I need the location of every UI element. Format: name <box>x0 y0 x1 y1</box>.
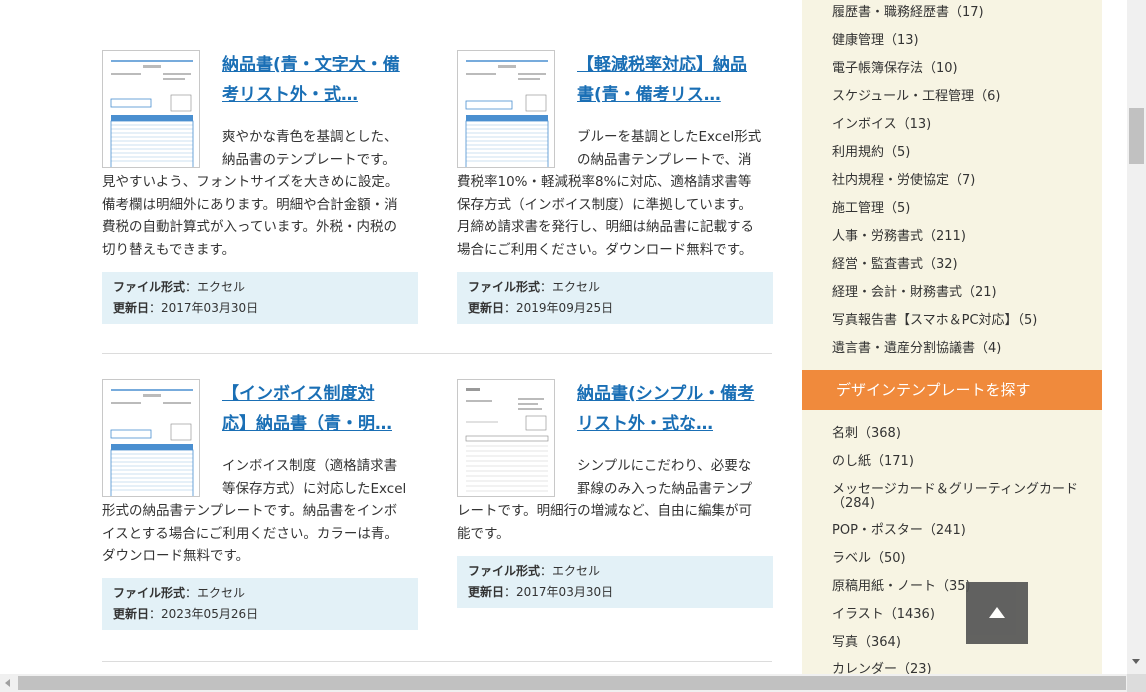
scroll-left-arrow-icon[interactable] <box>5 679 10 687</box>
description-line: シンプルにこだわり、必要な <box>577 458 752 474</box>
template-meta: ファイル形式：エクセル 更新日：2017年03月30日 <box>102 272 418 324</box>
description-line: 切り替えもできます。 <box>102 241 236 258</box>
template-title-link[interactable]: 【軽減税率対応】納品 書(青・備考リス… <box>577 50 773 110</box>
description-line: ブルーを基調としたExcel形式 <box>577 129 762 145</box>
description-line: 能です。 <box>457 525 510 542</box>
template-description: インボイス制度（適格請求書 等保存方式）に対応したExcel 形式の納品書テンプ… <box>102 455 418 568</box>
file-format-label: ファイル形式 <box>113 586 186 600</box>
sidebar-category-link[interactable]: 履歴書・職務経歴書（17) <box>832 5 984 21</box>
title-line[interactable]: 納品書(青・文字大・備 <box>222 50 418 80</box>
sidebar-category-link[interactable]: 写真報告書【スマホ＆PC対応】（5) <box>832 313 1037 329</box>
page: 納品書(青・文字大・備 考リスト外・式… 爽やかな青色を基調とした、 納品書のテ… <box>0 0 1146 692</box>
updated-label: 更新日 <box>468 585 505 599</box>
description-line: 見やすいよう、フォントサイズを大きめに設定。 <box>102 174 399 190</box>
updated-label: 更新日 <box>468 301 505 315</box>
sidebar-design-link-count[interactable]: （284) <box>832 496 875 512</box>
sidebar-design-link[interactable]: POP・ポスター（241) <box>832 523 966 539</box>
vertical-scrollbar[interactable] <box>1127 0 1146 674</box>
updated-value: ：2023年05月26日 <box>149 607 259 621</box>
sidebar-design-link[interactable]: 写真（364) <box>832 635 901 651</box>
description-line: の納品書テンプレートで、消 <box>577 151 752 168</box>
template-card: 【軽減税率対応】納品 書(青・備考リス… ブルーを基調としたExcel形式 の納… <box>457 50 773 324</box>
sidebar-category-link[interactable]: 電子帳簿保存法（10) <box>832 61 958 77</box>
description-line: インボイス制度（適格請求書 <box>222 458 398 474</box>
description-line: イスとする場合にご利用ください。カラーは青。 <box>102 525 398 542</box>
scrollbar-corner <box>1127 674 1146 692</box>
description-line: 形式の納品書テンプレートです。納品書をインボ <box>102 503 398 519</box>
description-line: 費税の自動計算式が入っています。外税・内税の <box>102 219 397 235</box>
title-line[interactable]: 書(青・備考リス… <box>577 80 773 110</box>
sidebar-design-link[interactable]: 名刺（368) <box>832 426 901 442</box>
updated-value: ：2017年03月30日 <box>504 585 614 599</box>
sidebar-category-link[interactable]: 社内規程・労使協定（7) <box>832 173 975 189</box>
sidebar: 履歴書・職務経歴書（17) 健康管理（13) 電子帳簿保存法（10) スケジュー… <box>802 0 1102 692</box>
description-line: 納品書のテンプレートです。 <box>222 151 396 168</box>
template-meta: ファイル形式：エクセル 更新日：2017年03月30日 <box>457 556 773 608</box>
horizontal-scrollbar-thumb[interactable] <box>18 676 1126 690</box>
card-divider <box>102 661 772 662</box>
template-card: 【インボイス制度対 応】納品書（青・明… インボイス制度（適格請求書 等保存方式… <box>102 379 418 631</box>
sidebar-design-link[interactable]: 原稿用紙・ノート（35) <box>832 579 971 595</box>
description-line: レートです。明細行の増減など、自由に編集が可 <box>457 503 752 519</box>
file-format-value: ：エクセル <box>185 586 246 600</box>
file-format-label: ファイル形式 <box>468 280 541 294</box>
description-line: 備考欄は明細外にあります。明細や合計金額・消 <box>102 196 398 213</box>
file-format-label: ファイル形式 <box>468 564 541 578</box>
title-line[interactable]: 【軽減税率対応】納品 <box>577 50 773 80</box>
sidebar-category-link[interactable]: 経営・監査書式（32) <box>832 257 958 273</box>
description-line: 保存方式（インボイス制度）に準拠しています。 <box>457 196 752 213</box>
card-divider <box>102 353 772 354</box>
title-line[interactable]: リスト外・式な… <box>577 409 773 439</box>
updated-value: ：2019年09月25日 <box>504 301 614 315</box>
updated-label: 更新日 <box>113 301 150 315</box>
title-line[interactable]: 応】納品書（青・明… <box>222 409 418 439</box>
scroll-to-top-button[interactable] <box>966 582 1028 644</box>
description-line: 爽やかな青色を基調とした、 <box>222 129 398 145</box>
description-line: 場合にご利用ください。ダウンロード無料です。 <box>457 241 753 258</box>
vertical-scrollbar-thumb[interactable] <box>1129 108 1144 164</box>
horizontal-scrollbar[interactable] <box>0 674 1146 692</box>
title-line[interactable]: 【インボイス制度対 <box>222 379 418 409</box>
file-format-label: ファイル形式 <box>113 280 186 294</box>
template-description: ブルーを基調としたExcel形式 の納品書テンプレートで、消 費税率10%・軽減… <box>457 126 773 261</box>
template-card: 納品書(青・文字大・備 考リスト外・式… 爽やかな青色を基調とした、 納品書のテ… <box>102 50 418 324</box>
description-line: 等保存方式）に対応したExcel <box>222 480 407 497</box>
title-line[interactable]: 考リスト外・式… <box>222 80 418 110</box>
updated-value: ：2017年03月30日 <box>149 301 259 315</box>
sidebar-category-link[interactable]: 健康管理（13) <box>832 33 919 49</box>
sidebar-category-link[interactable]: インボイス（13) <box>832 117 931 133</box>
template-description: シンプルにこだわり、必要な 罫線のみ入った納品書テンプ レートです。明細行の増減… <box>457 455 773 545</box>
sidebar-category-link[interactable]: 経理・会計・財務書式（21) <box>832 285 997 301</box>
template-meta: ファイル形式：エクセル 更新日：2023年05月26日 <box>102 578 418 630</box>
design-template-header[interactable]: デザインテンプレートを探す <box>802 370 1102 410</box>
sidebar-design-link[interactable]: ラベル（50) <box>832 551 906 567</box>
file-format-value: ：エクセル <box>540 564 601 578</box>
sidebar-category-link[interactable]: 人事・労務書式（211) <box>832 229 966 245</box>
template-title-link[interactable]: 納品書(シンプル・備考 リスト外・式な… <box>577 379 773 439</box>
updated-label: 更新日 <box>113 607 150 621</box>
sidebar-design-link[interactable]: のし紙（171) <box>832 454 914 470</box>
sidebar-category-link[interactable]: スケジュール・工程管理（6) <box>832 89 1000 105</box>
sidebar-category-link[interactable]: 遺言書・遺産分割協議書（4) <box>832 341 1001 357</box>
template-description: 爽やかな青色を基調とした、 納品書のテンプレートです。 見やすいよう、フォントサ… <box>102 126 418 261</box>
title-line[interactable]: 納品書(シンプル・備考 <box>577 379 773 409</box>
template-title-link[interactable]: 【インボイス制度対 応】納品書（青・明… <box>222 379 418 439</box>
file-format-value: ：エクセル <box>185 280 246 294</box>
triangle-up-icon <box>989 607 1005 618</box>
description-line: 月締め請求書を発行し、明細は納品書に記載する <box>457 219 754 235</box>
description-line: 費税率10%・軽減税率8%に対応、適格請求書等 <box>457 174 752 190</box>
description-line: ダウンロード無料です。 <box>102 548 250 564</box>
sidebar-category-link[interactable]: 施工管理（5) <box>832 201 910 217</box>
description-line: 罫線のみ入った納品書テンプ <box>577 480 753 497</box>
template-meta: ファイル形式：エクセル 更新日：2019年09月25日 <box>457 272 773 324</box>
file-format-value: ：エクセル <box>540 280 601 294</box>
template-card: 納品書(シンプル・備考 リスト外・式な… シンプルにこだわり、必要な 罫線のみ入… <box>457 379 773 609</box>
scroll-down-arrow-icon[interactable] <box>1132 659 1140 664</box>
sidebar-category-link[interactable]: 利用規約（5) <box>832 145 910 161</box>
sidebar-design-link[interactable]: イラスト（1436) <box>832 607 935 623</box>
template-title-link[interactable]: 納品書(青・文字大・備 考リスト外・式… <box>222 50 418 110</box>
